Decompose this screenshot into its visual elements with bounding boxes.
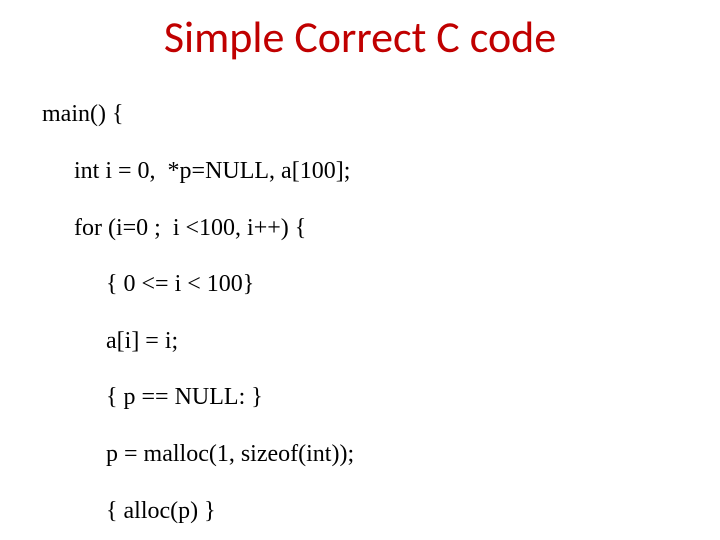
code-block: main() { int i = 0, *p=NULL, a[100]; for… [42,72,354,540]
code-line: for (i=0 ; i <100, i++) { [42,214,354,242]
code-line: p = malloc(1, sizeof(int)); [42,440,354,468]
code-line: a[i] = i; [42,327,354,355]
code-line: int i = 0, *p=NULL, a[100]; [42,157,354,185]
code-line: { p == NULL: } [42,383,354,411]
code-line: main() { [42,100,354,128]
slide: Simple Correct C code main() { int i = 0… [0,0,720,540]
slide-title: Simple Correct C code [0,10,720,64]
code-line: { 0 <= i < 100} [42,270,354,298]
code-line: { alloc(p) } [42,497,354,525]
